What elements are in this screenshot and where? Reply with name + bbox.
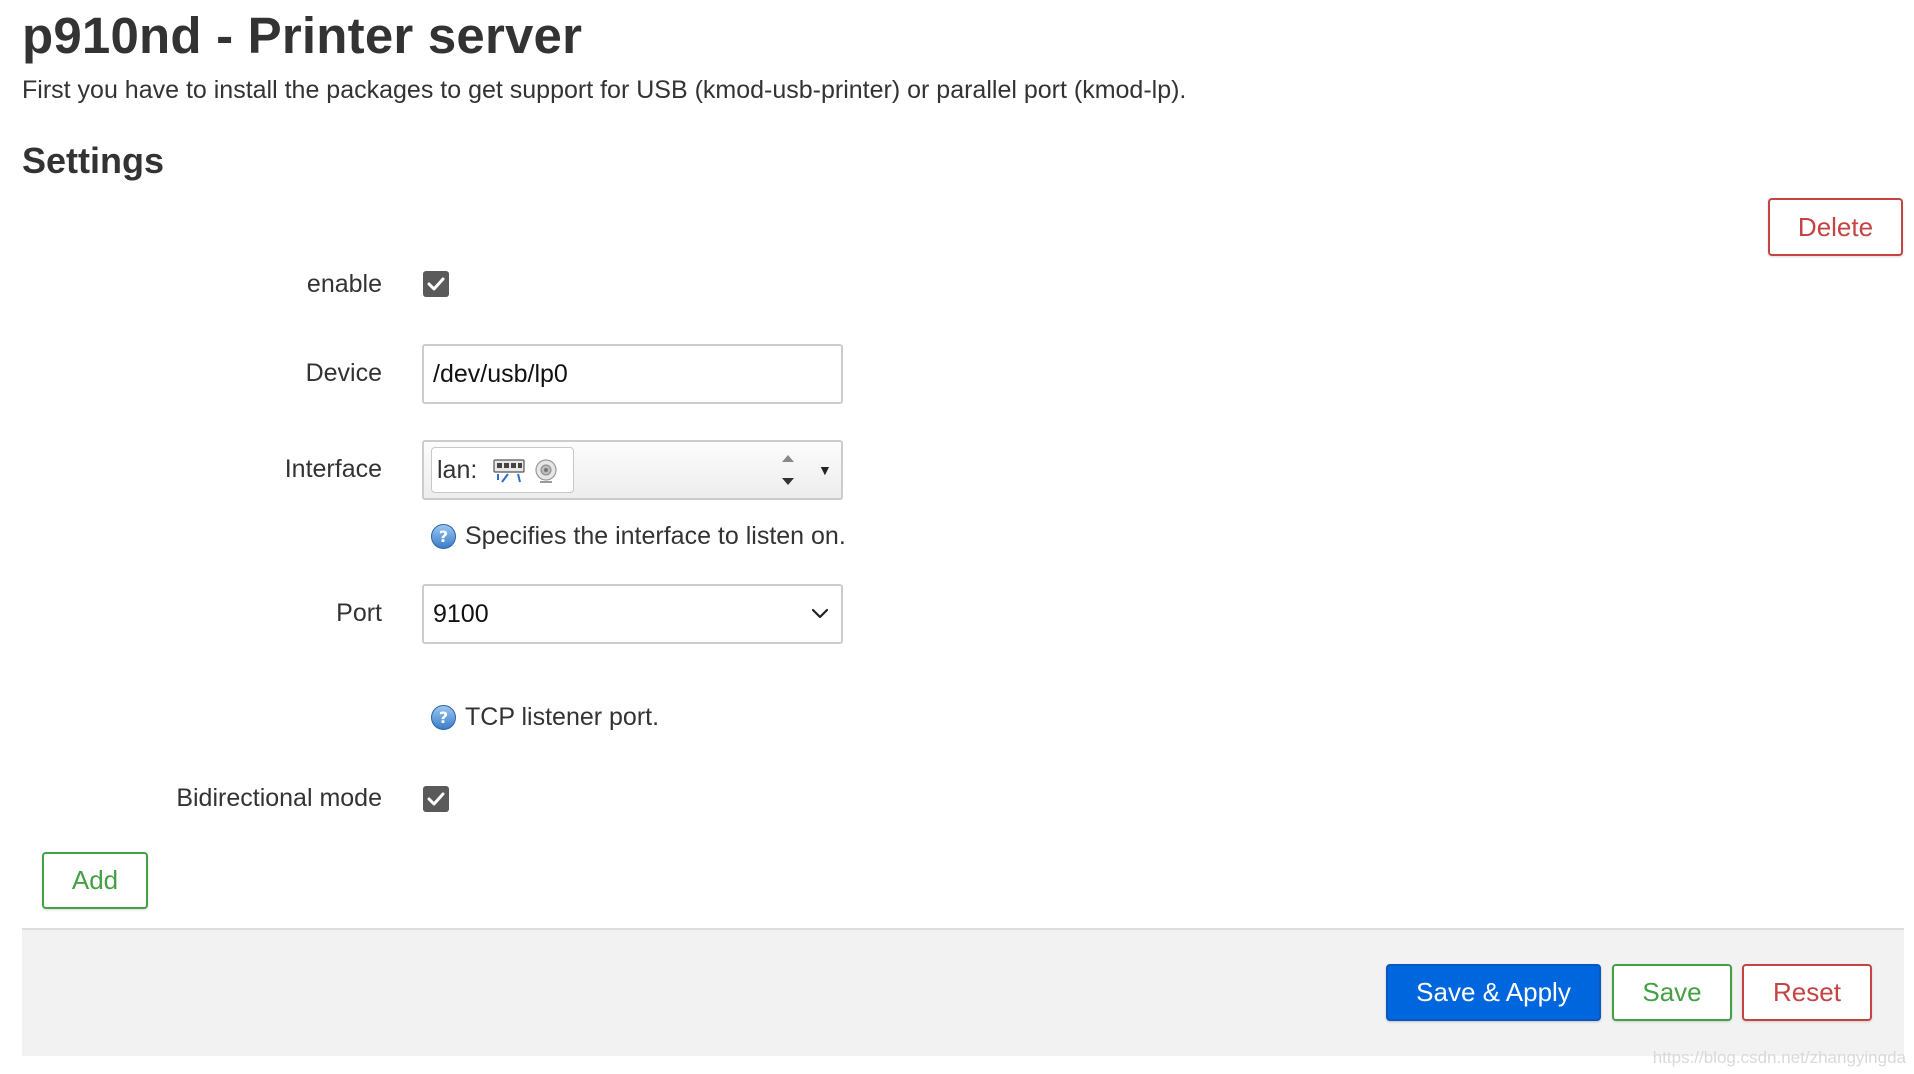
device-input[interactable]: /dev/usb/lp0 (422, 344, 843, 404)
interface-chip[interactable]: lan: (431, 447, 574, 493)
reset-button[interactable]: Reset (1742, 964, 1872, 1021)
wireless-icon (535, 459, 557, 483)
interface-help-text: Specifies the interface to listen on. (465, 522, 846, 550)
chevron-down-icon[interactable]: ▼ (818, 462, 832, 478)
help-icon: ? (431, 524, 456, 549)
page-title: p910nd - Printer server (22, 7, 583, 64)
save-button[interactable]: Save (1612, 964, 1732, 1021)
watermark: https://blog.csdn.net/zhangyingda (1652, 1048, 1906, 1067)
interface-help: ? Specifies the interface to listen on. (430, 522, 846, 551)
checkmark-icon (427, 277, 445, 291)
checkmark-icon (427, 792, 445, 806)
section-title: Settings (22, 140, 165, 181)
svg-text:?: ? (439, 527, 448, 546)
bidirectional-label: Bidirectional mode (176, 784, 382, 812)
network-port-icon (493, 459, 525, 483)
interface-label: Interface (284, 455, 382, 483)
help-icon: ? (431, 705, 456, 730)
interface-select[interactable]: lan: ▼ (422, 440, 843, 500)
delete-button[interactable]: Delete (1768, 198, 1903, 256)
enable-checkbox[interactable] (423, 271, 449, 297)
interface-chip-label: lan: (437, 456, 478, 484)
bidirectional-checkbox[interactable] (423, 786, 449, 812)
interface-spinner-icon[interactable] (777, 448, 799, 492)
chevron-down-icon (811, 608, 829, 619)
port-help-text: TCP listener port. (465, 703, 660, 731)
save-apply-button[interactable]: Save & Apply (1386, 964, 1601, 1021)
device-value: /dev/usb/lp0 (433, 360, 568, 388)
port-select[interactable]: 9100 (422, 584, 843, 644)
svg-text:?: ? (439, 708, 448, 727)
port-value: 9100 (433, 600, 489, 628)
page-description: First you have to install the packages t… (22, 76, 1187, 104)
port-label: Port (336, 599, 382, 627)
device-label: Device (305, 359, 382, 387)
enable-label: enable (306, 270, 382, 298)
add-button[interactable]: Add (42, 852, 148, 909)
port-help: ? TCP listener port. (430, 703, 659, 732)
